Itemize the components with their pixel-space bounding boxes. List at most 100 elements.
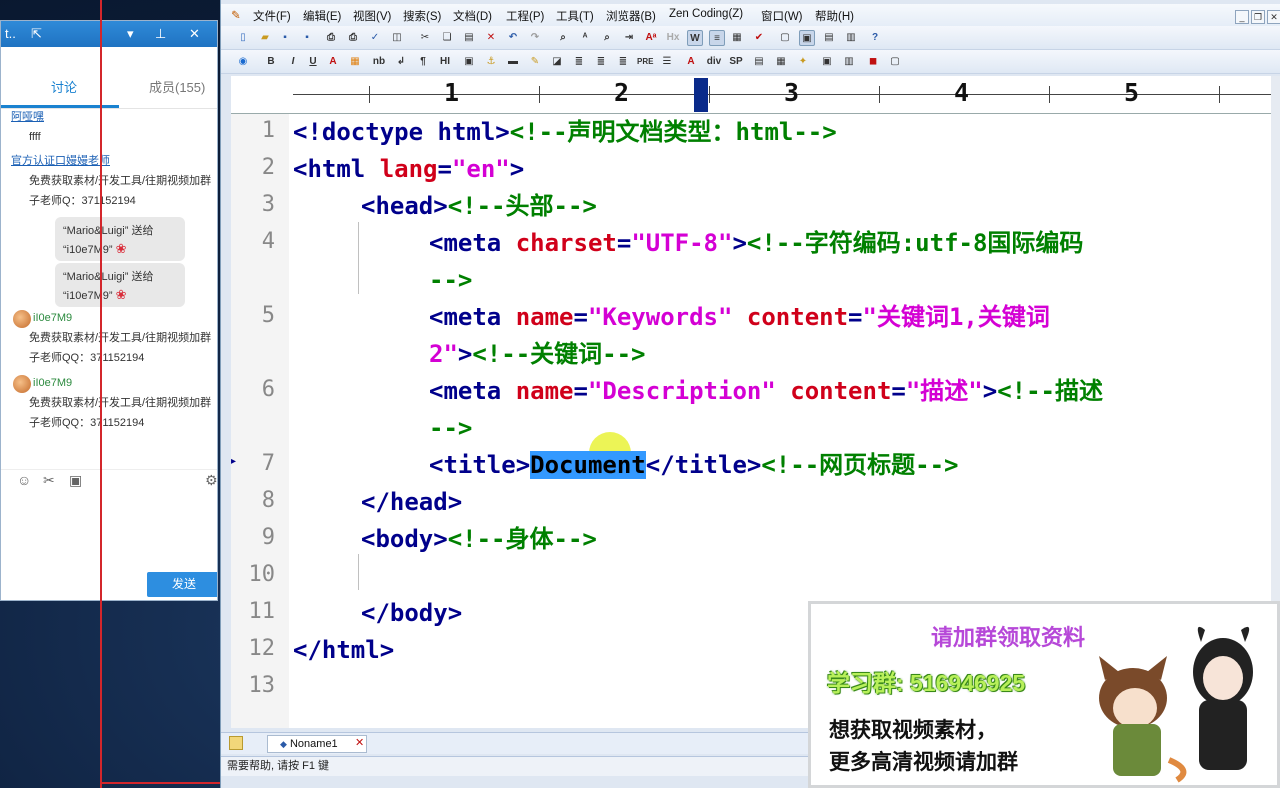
- send-button[interactable]: 发送: [147, 572, 217, 597]
- menu-zen-coding[interactable]: Zen Coding(Z): [669, 8, 743, 20]
- font-color-icon[interactable]: A: [325, 54, 341, 70]
- gift-bubble: “Mario&Luigi” 送给 “i10e7M9” ❀: [55, 263, 185, 307]
- open-folder-icon[interactable]: ▰: [257, 30, 273, 46]
- new-file-icon[interactable]: ▯: [235, 30, 251, 46]
- font-size-icon[interactable]: Aᵃ: [643, 30, 659, 46]
- globe-icon[interactable]: ◉: [235, 54, 251, 70]
- tab-discussion[interactable]: 讨论: [51, 77, 77, 96]
- view-icon-3[interactable]: ▤: [821, 30, 837, 46]
- minimize-icon[interactable]: _: [1235, 10, 1249, 24]
- underline-icon[interactable]: U: [305, 54, 321, 70]
- replace-icon[interactable]: ᴬ: [577, 30, 593, 46]
- edit-tag-icon[interactable]: ✎: [527, 54, 543, 70]
- close-icon[interactable]: ✕: [1267, 10, 1280, 24]
- tab-members[interactable]: 成员(155): [149, 77, 205, 96]
- italic-icon[interactable]: I: [285, 54, 301, 70]
- copy-icon[interactable]: ❏: [439, 30, 455, 46]
- color-palette-icon[interactable]: ▦: [347, 54, 363, 70]
- delete-icon[interactable]: ✕: [483, 30, 499, 46]
- print-icon[interactable]: ⎙: [345, 30, 361, 46]
- wizard-icon[interactable]: ✦: [795, 54, 811, 70]
- css-icon[interactable]: ▥: [841, 54, 857, 70]
- paste-icon[interactable]: ▤: [461, 30, 477, 46]
- document-tab[interactable]: ◆ Noname1: [267, 735, 367, 753]
- align-right-icon[interactable]: ≣: [615, 54, 631, 70]
- table-icon[interactable]: ▦: [773, 54, 789, 70]
- align-center-icon[interactable]: ≣: [593, 54, 609, 70]
- find-icon[interactable]: ⌕: [555, 30, 571, 46]
- code-line: </head>: [361, 484, 462, 520]
- folder-icon[interactable]: [229, 736, 243, 750]
- pin-icon[interactable]: ⊥: [155, 25, 166, 43]
- menu-help[interactable]: 帮助(H): [815, 8, 854, 24]
- print-preview-icon[interactable]: ⎙: [323, 30, 339, 46]
- line-number-icon[interactable]: ≡: [709, 30, 725, 46]
- view-icon-2[interactable]: ▣: [799, 30, 815, 46]
- menu-search[interactable]: 搜索(S): [403, 8, 441, 24]
- save-all-icon[interactable]: ▪: [299, 30, 315, 46]
- emoji-icon[interactable]: ☺: [17, 472, 31, 488]
- nbsp-icon[interactable]: nb: [371, 54, 387, 70]
- message-sender[interactable]: 阿哑嘿: [11, 111, 44, 123]
- menu-window[interactable]: 窗口(W): [761, 8, 803, 24]
- cut-icon[interactable]: ✂: [417, 30, 433, 46]
- promo-overlay: 请加群领取资料 学习群: 516946925 想获取视频素材， 更多高清视频请加…: [808, 601, 1280, 788]
- redo-icon[interactable]: ↷: [527, 30, 543, 46]
- help-cursor-icon[interactable]: ?: [867, 30, 883, 46]
- undo-icon[interactable]: ↶: [505, 30, 521, 46]
- close-tab-icon[interactable]: ✕: [355, 736, 364, 749]
- bold-icon[interactable]: B: [263, 54, 279, 70]
- span-icon[interactable]: SP: [727, 54, 745, 70]
- heading-icon[interactable]: HI: [437, 54, 453, 70]
- div-icon[interactable]: div: [705, 54, 723, 70]
- pre-icon[interactable]: PRE: [637, 54, 653, 70]
- find-in-files-icon[interactable]: ⌕: [599, 30, 615, 46]
- misc-icon[interactable]: ▢: [887, 54, 903, 70]
- gear-icon[interactable]: ⚙: [205, 472, 217, 489]
- spellcheck-icon[interactable]: ✓: [367, 30, 383, 46]
- message-sender[interactable]: 官方认证口嫚嫚老师: [11, 155, 110, 167]
- horizontal-rule-icon[interactable]: ▬: [505, 54, 521, 70]
- menu-view[interactable]: 视图(V): [353, 8, 391, 24]
- color-picker-icon[interactable]: ◼: [865, 54, 881, 70]
- share-icon[interactable]: ⇱: [31, 25, 42, 43]
- insert-image-icon[interactable]: ▣: [461, 54, 477, 70]
- view-icon-4[interactable]: ▥: [843, 30, 859, 46]
- menu-document[interactable]: 文档(D): [453, 8, 492, 24]
- chevron-down-icon[interactable]: ▾: [127, 25, 134, 43]
- save-icon[interactable]: ▪: [277, 30, 293, 46]
- restore-icon[interactable]: ❐: [1251, 10, 1265, 24]
- word-wrap-icon[interactable]: W: [687, 30, 703, 46]
- scissors-icon[interactable]: ✂: [43, 472, 55, 489]
- view-icon-1[interactable]: ▢: [777, 30, 793, 46]
- menu-file[interactable]: 文件(F): [253, 8, 291, 24]
- anchor-icon[interactable]: ⚓: [483, 54, 499, 70]
- browser-preview-icon[interactable]: ◫: [389, 30, 405, 46]
- frame-icon[interactable]: ▣: [819, 54, 835, 70]
- list-icon[interactable]: ☰: [659, 54, 675, 70]
- menu-edit[interactable]: 编辑(E): [303, 8, 341, 24]
- line-number: 6: [261, 377, 275, 402]
- form-icon[interactable]: ▤: [751, 54, 767, 70]
- indent-guide: [358, 554, 359, 590]
- selected-text[interactable]: Document: [530, 451, 646, 479]
- chat-title-fragment: t..: [5, 26, 16, 41]
- message-sender[interactable]: iI0e7M9: [33, 312, 72, 324]
- align-left-icon[interactable]: ≣: [571, 54, 587, 70]
- message-sender[interactable]: iI0e7M9: [33, 377, 72, 389]
- hex-icon[interactable]: Hx: [665, 30, 681, 46]
- menu-bar: ✎ 文件(F) 编辑(E) 视图(V) 搜索(S) 文档(D) 工程(P) 工具…: [221, 4, 1280, 26]
- image-icon[interactable]: ▣: [69, 472, 82, 489]
- font-tag-icon[interactable]: A: [683, 54, 699, 70]
- goto-icon[interactable]: ⇥: [621, 30, 637, 46]
- checkmark-icon[interactable]: ✔: [751, 30, 767, 46]
- close-icon[interactable]: ✕: [189, 25, 200, 43]
- line-break-icon[interactable]: ↲: [393, 54, 409, 70]
- menu-tools[interactable]: 工具(T): [556, 8, 594, 24]
- comment-icon[interactable]: ◪: [549, 54, 565, 70]
- column-ruler: 1 2 3 4 5: [231, 76, 1273, 114]
- column-mode-icon[interactable]: ▦: [729, 30, 745, 46]
- menu-project[interactable]: 工程(P): [506, 8, 544, 24]
- menu-browser[interactable]: 浏览器(B): [606, 8, 656, 24]
- paragraph-icon[interactable]: ¶: [415, 54, 431, 70]
